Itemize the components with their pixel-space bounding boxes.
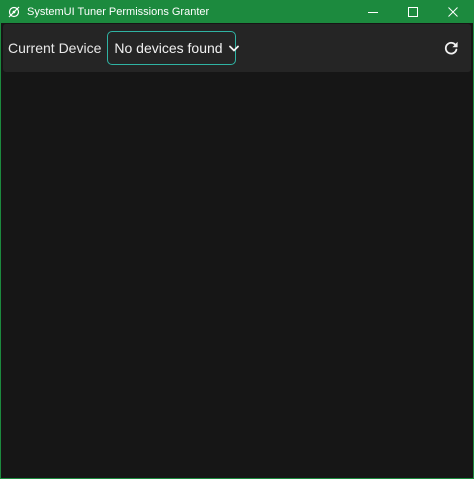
device-select[interactable]: No devices found xyxy=(107,31,239,65)
app-icon xyxy=(3,1,25,23)
window-title: SystemUI Tuner Permissions Granter xyxy=(27,6,210,18)
refresh-icon[interactable] xyxy=(439,36,463,60)
device-select-value: No devices found xyxy=(114,40,223,56)
title-bar[interactable]: SystemUI Tuner Permissions Granter xyxy=(1,1,473,23)
close-icon[interactable] xyxy=(433,1,473,23)
main-content-area xyxy=(1,73,473,478)
minimize-icon[interactable] xyxy=(353,1,393,23)
app-window: SystemUI Tuner Permissions Granter Curre… xyxy=(0,0,474,479)
current-device-label: Current Device xyxy=(8,40,102,56)
chevron-down-icon xyxy=(228,45,239,52)
maximize-icon[interactable] xyxy=(393,1,433,23)
toolbar: Current Device No devices found xyxy=(3,24,471,72)
